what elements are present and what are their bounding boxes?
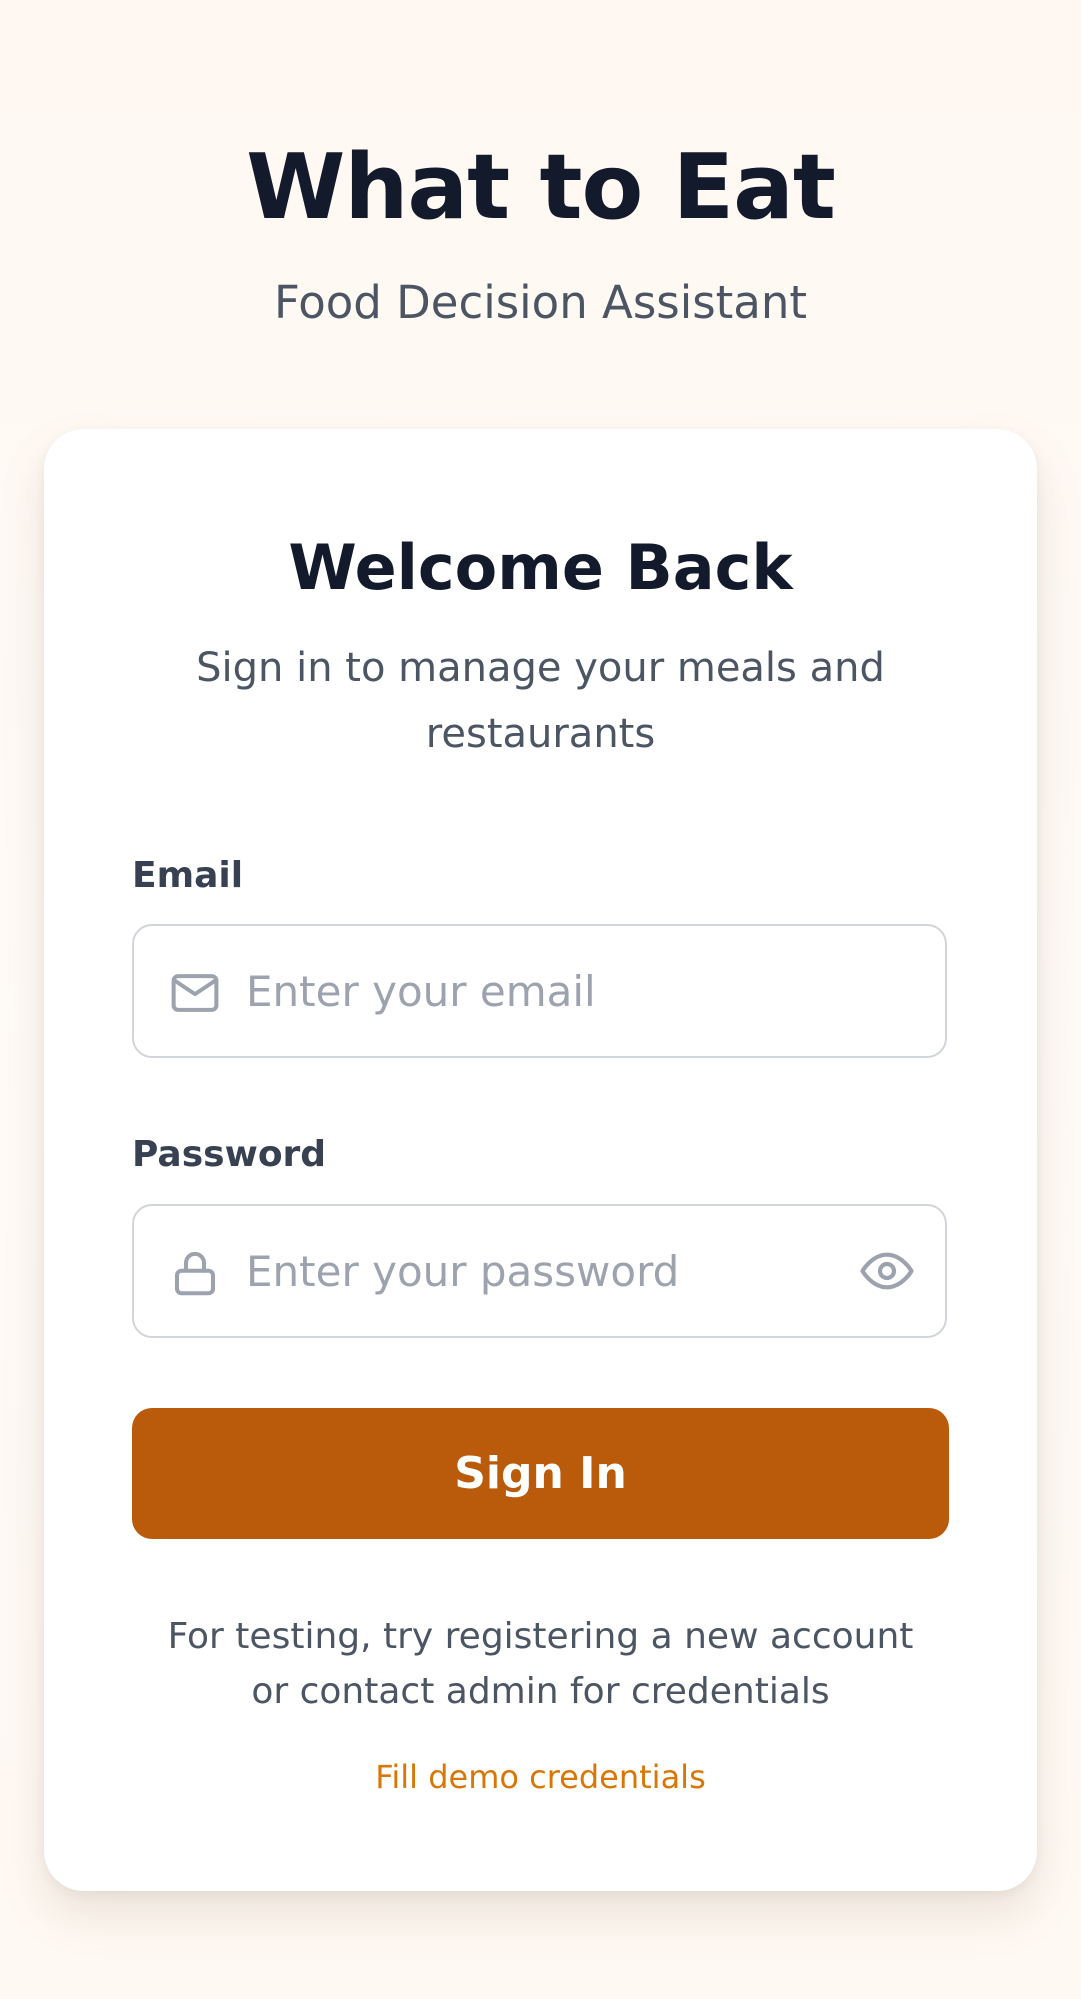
eye-icon[interactable] [859, 1243, 915, 1299]
login-card: Welcome Back Sign in to manage your meal… [44, 429, 1037, 1891]
password-field[interactable] [132, 1204, 947, 1338]
app-title: What to Eat [246, 135, 836, 240]
email-input[interactable] [246, 926, 846, 1056]
app-subtitle: Food Decision Assistant [273, 276, 808, 329]
email-field[interactable] [132, 924, 947, 1058]
mail-icon [171, 974, 219, 1012]
password-label: Password [132, 1134, 327, 1175]
password-input[interactable] [246, 1206, 846, 1336]
email-label: Email [132, 855, 244, 896]
login-subtitle: Sign in to manage your meals and restaur… [196, 645, 885, 757]
helper-text: For testing, try registering a new accou… [167, 1616, 914, 1712]
fill-demo-credentials-link[interactable]: Fill demo credentials [44, 1758, 1037, 1796]
lock-icon [174, 1251, 216, 1296]
sign-in-button[interactable]: Sign In [132, 1408, 949, 1539]
login-title: Welcome Back [288, 531, 793, 604]
